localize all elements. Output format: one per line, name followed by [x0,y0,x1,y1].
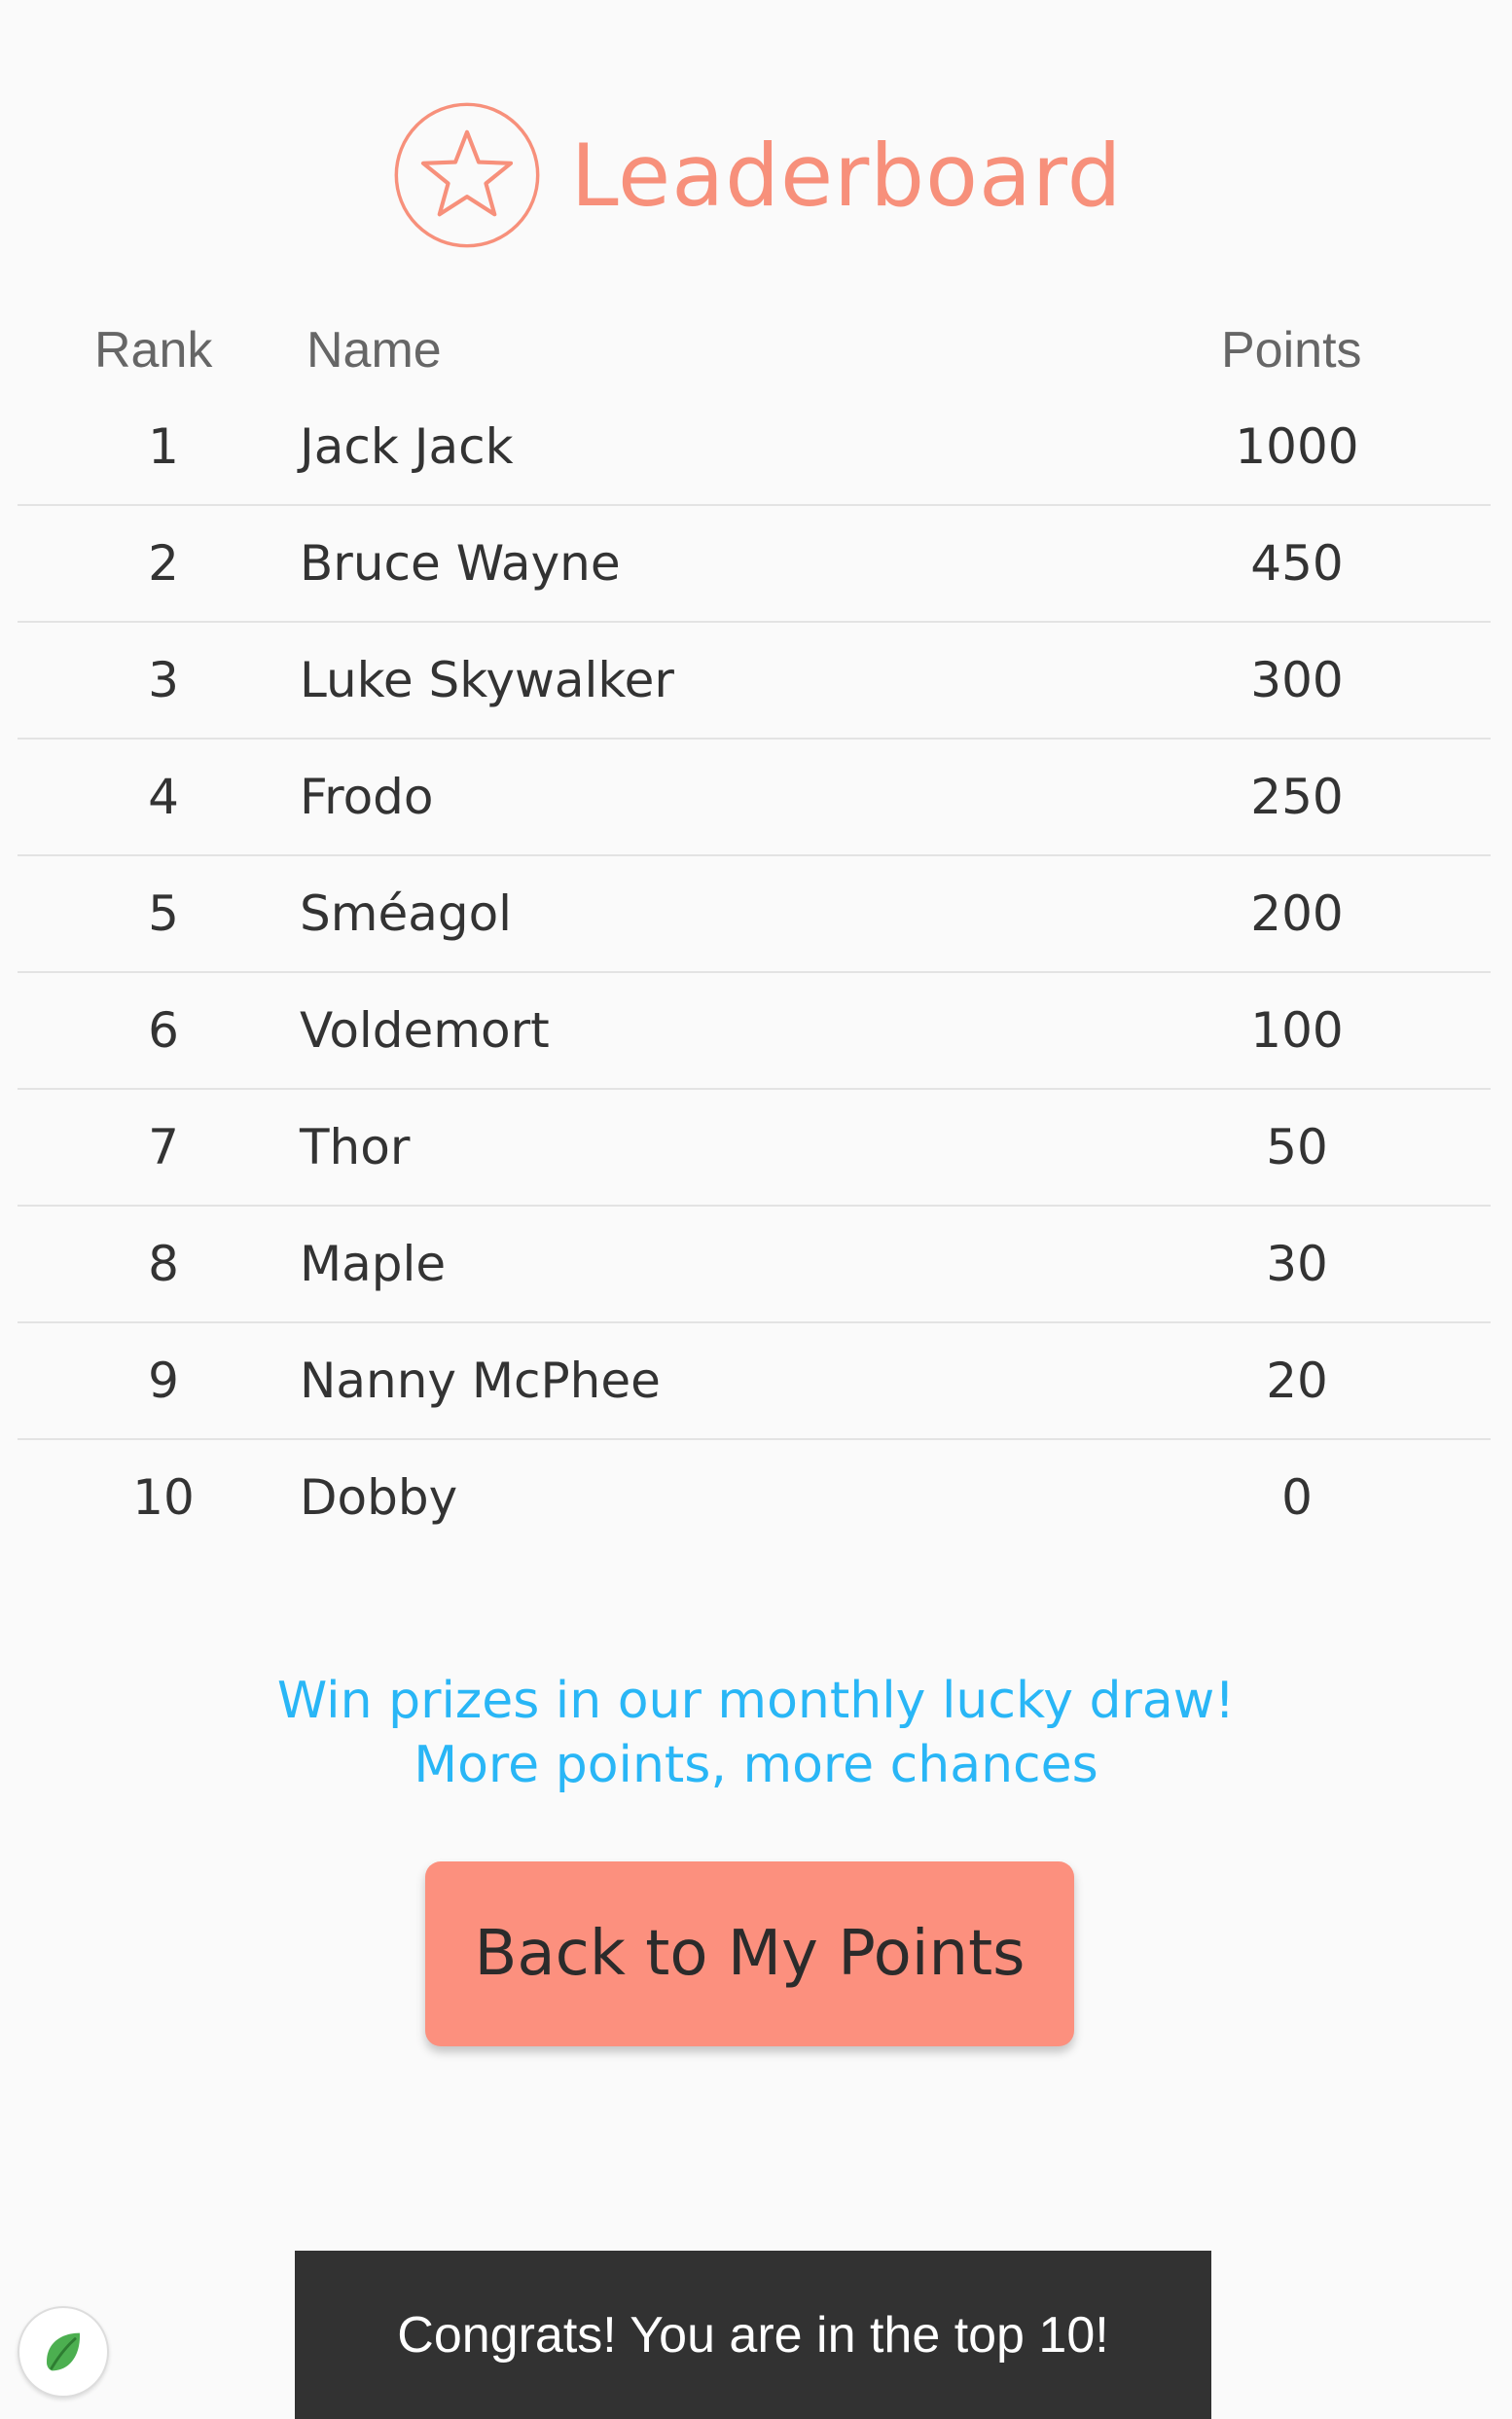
name-cell: Bruce Wayne [300,535,621,592]
snackbar-message: Congrats! You are in the top 10! [397,2306,1109,2364]
table-row: 6 Voldemort 100 [18,973,1491,1090]
leaf-icon [47,2332,81,2371]
rank-cell: 6 [148,1002,179,1059]
rank-cell: 7 [148,1119,179,1175]
points-cell: 0 [1281,1469,1313,1526]
table-row: 8 Maple 30 [18,1207,1491,1323]
rank-cell: 1 [148,418,179,475]
points-cell: 1000 [1235,418,1359,475]
rank-cell: 10 [132,1469,195,1526]
rank-cell: 8 [148,1236,179,1292]
table-row: 4 Frodo 250 [18,740,1491,856]
star-circle-icon [394,102,539,248]
points-cell: 450 [1250,535,1344,592]
rank-cell: 5 [148,885,179,942]
name-cell: Thor [300,1119,411,1175]
name-cell: Voldemort [300,1002,550,1059]
table-row: 7 Thor 50 [18,1090,1491,1207]
table-body: 1 Jack Jack 1000 2 Bruce Wayne 450 3 Luk… [18,292,1491,1555]
rank-cell: 2 [148,535,179,592]
name-cell: Nanny McPhee [300,1353,661,1409]
points-cell: 250 [1250,769,1344,825]
rank-cell: 9 [148,1353,179,1409]
table-row: 3 Luke Skywalker 300 [18,623,1491,740]
name-cell: Frodo [300,769,434,825]
rank-cell: 4 [148,769,179,825]
points-cell: 50 [1266,1119,1328,1175]
points-cell: 200 [1250,885,1344,942]
table-row: 1 Jack Jack 1000 [18,292,1491,506]
name-cell: Dobby [300,1469,458,1526]
promo-line-1: Win prizes in our monthly lucky draw! [276,1672,1236,1730]
leaf-badge[interactable] [18,2306,109,2398]
name-cell: Luke Skywalker [300,652,674,708]
page-title: Leaderboard [570,125,1123,226]
back-to-my-points-button[interactable]: Back to My Points [425,1861,1074,2046]
name-cell: Jack Jack [300,418,514,475]
points-cell: 100 [1250,1002,1344,1059]
points-cell: 300 [1250,652,1344,708]
points-cell: 20 [1266,1353,1328,1409]
rank-cell: 3 [148,652,179,708]
table-row: 10 Dobby 0 [18,1440,1491,1555]
table-row: 5 Sméagol 200 [18,856,1491,973]
promo-line-2: More points, more chances [414,1736,1098,1794]
snackbar: Congrats! You are in the top 10! [295,2251,1211,2419]
page-header: Leaderboard [0,92,1512,258]
table-row: 2 Bruce Wayne 450 [18,506,1491,623]
leaderboard-table: Rank Name Points 1 Jack Jack 1000 2 Bruc… [18,292,1491,1555]
promo-message: Win prizes in our monthly lucky draw! Mo… [0,1669,1512,1797]
table-row: 9 Nanny McPhee 20 [18,1323,1491,1440]
name-cell: Sméagol [300,885,513,942]
name-cell: Maple [300,1236,447,1292]
points-cell: 30 [1266,1236,1328,1292]
